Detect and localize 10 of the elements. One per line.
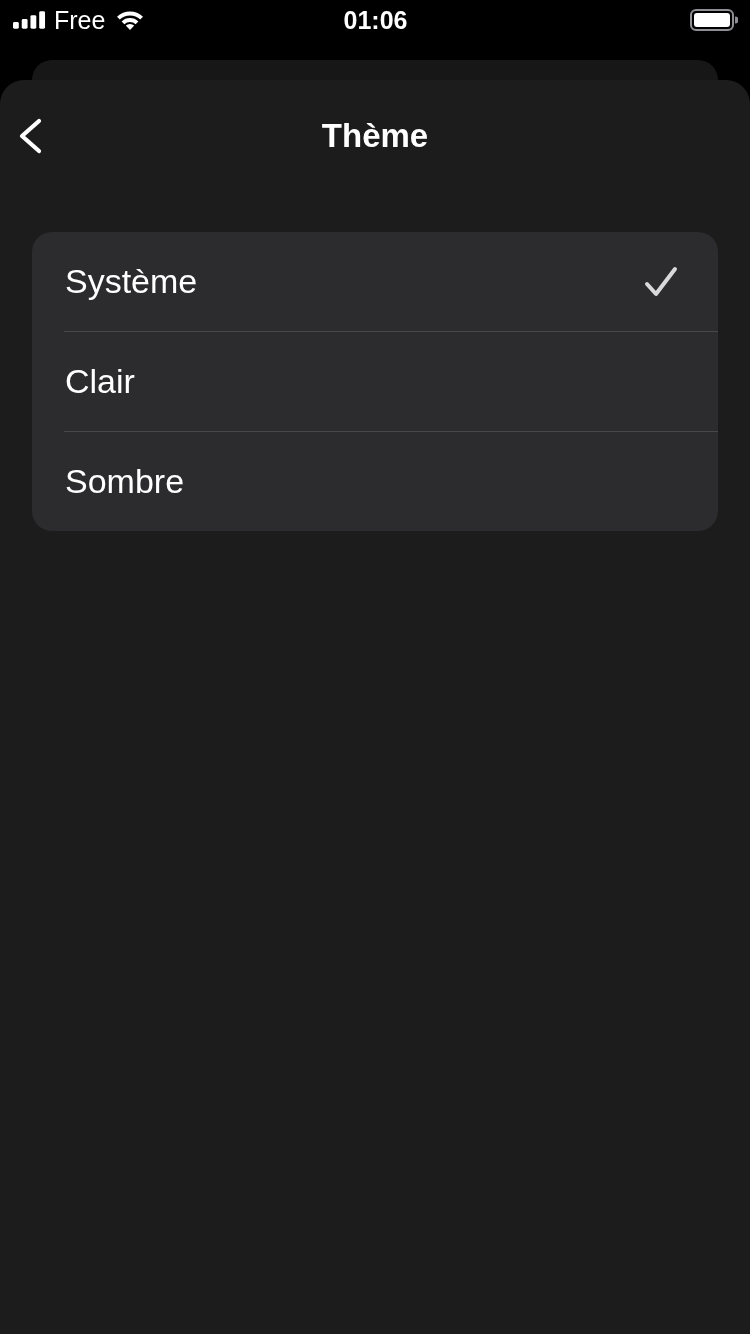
- back-icon: [18, 118, 42, 154]
- theme-option[interactable]: Clair: [32, 332, 718, 431]
- theme-option[interactable]: Sombre: [32, 432, 718, 531]
- wifi-icon: [115, 9, 146, 31]
- status-time: 01:06: [343, 7, 408, 33]
- page-title: Thème: [321, 117, 429, 155]
- battery-icon: [690, 9, 738, 31]
- theme-option[interactable]: Système: [32, 232, 718, 331]
- carrier-name: Free: [54, 7, 106, 33]
- signal-icon: [13, 11, 46, 29]
